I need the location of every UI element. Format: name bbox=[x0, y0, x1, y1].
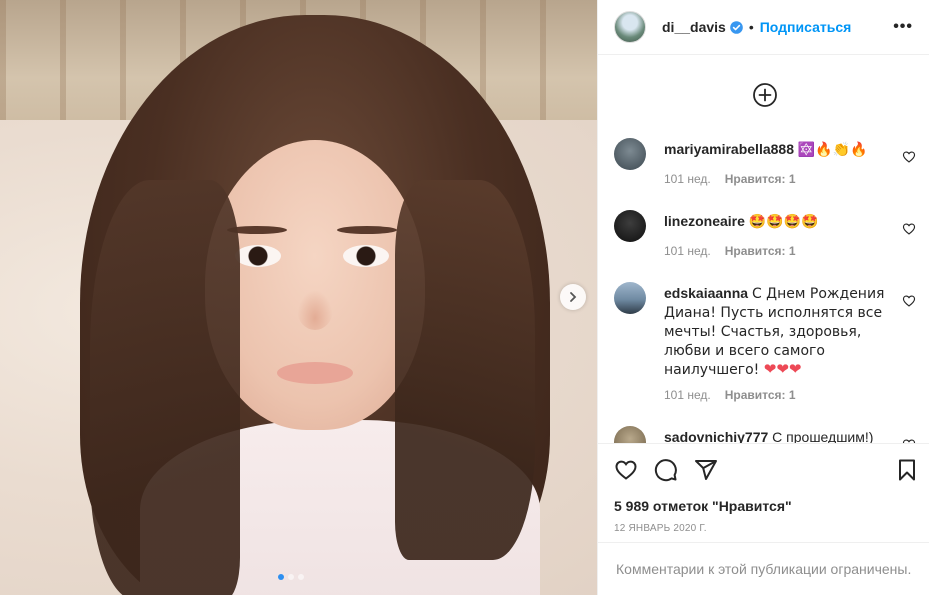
commenter-avatar[interactable] bbox=[614, 282, 646, 314]
photo-eye bbox=[343, 245, 389, 267]
comment-meta: 101 нед. Нравится: 1 bbox=[664, 172, 796, 186]
carousel-dots bbox=[278, 574, 304, 580]
likes-count[interactable]: 5 989 отметок "Нравится" bbox=[614, 498, 792, 514]
bookmark-icon[interactable] bbox=[895, 458, 919, 482]
comment-content: 🔯🔥👏🔥 bbox=[797, 142, 868, 158]
post-date[interactable]: 12 ЯНВАРЬ 2020 Г. bbox=[614, 523, 707, 534]
follow-button[interactable]: Подписаться bbox=[760, 19, 852, 35]
comment-like-heart-icon[interactable] bbox=[902, 150, 916, 164]
comment-likes[interactable]: Нравится: 1 bbox=[725, 172, 796, 186]
photo-hair-strand bbox=[395, 180, 535, 560]
author-username[interactable]: di__davis bbox=[662, 19, 726, 35]
post-side-panel: di__davis • Подписаться ••• mariyamirabe… bbox=[597, 0, 929, 595]
chevron-right-icon bbox=[570, 292, 577, 302]
comment-content: С прошедшим!) bbox=[772, 429, 874, 443]
photo-hair-strand bbox=[90, 180, 240, 595]
plus-circle-icon[interactable] bbox=[752, 82, 778, 108]
comment-time[interactable]: 101 нед. bbox=[664, 388, 711, 402]
share-icon[interactable] bbox=[694, 458, 718, 482]
comment-text: sadovnichiy777 С прошедшим!) bbox=[664, 428, 894, 443]
commenter-username[interactable]: linezoneaire bbox=[664, 213, 745, 229]
author-avatar[interactable] bbox=[614, 11, 646, 43]
comment-text: edskaiaanna С Днем Рождения Диана! Пусть… bbox=[664, 284, 894, 379]
comment-time[interactable]: 101 нед. bbox=[664, 244, 711, 258]
header-separator: • bbox=[748, 19, 754, 35]
comment-like-heart-icon[interactable] bbox=[902, 294, 916, 308]
comment-time[interactable]: 101 нед. bbox=[664, 172, 711, 186]
comment-text: linezoneaire 🤩🤩🤩🤩 bbox=[664, 212, 894, 231]
commenter-username[interactable]: sadovnichiy777 bbox=[664, 429, 768, 443]
comment-likes[interactable]: Нравится: 1 bbox=[725, 388, 796, 402]
comments-restricted-notice: Комментарии к этой публикации ограничены… bbox=[598, 542, 929, 595]
more-options-icon[interactable]: ••• bbox=[893, 18, 913, 36]
comment-like-heart-icon[interactable] bbox=[902, 222, 916, 236]
commenter-avatar[interactable] bbox=[614, 138, 646, 170]
post-header: di__davis • Подписаться ••• bbox=[598, 0, 929, 55]
comment-likes[interactable]: Нравится: 1 bbox=[725, 244, 796, 258]
photo-mouth bbox=[277, 362, 353, 384]
comment-text: mariyamirabella888 🔯🔥👏🔥 bbox=[664, 140, 894, 159]
carousel-dot bbox=[288, 574, 294, 580]
comment-content: 🤩🤩🤩🤩 bbox=[748, 214, 819, 230]
comments-list[interactable]: mariyamirabella888 🔯🔥👏🔥 101 нед. Нравитс… bbox=[598, 56, 929, 443]
photo-eye bbox=[235, 245, 281, 267]
photo-nose bbox=[297, 290, 333, 330]
carousel-dot bbox=[278, 574, 284, 580]
comment-meta: 101 нед. Нравится: 1 bbox=[664, 244, 796, 258]
carousel-next-button[interactable] bbox=[560, 284, 586, 310]
heart-icon[interactable] bbox=[614, 458, 638, 482]
verified-badge-icon bbox=[730, 20, 743, 34]
commenter-username[interactable]: edskaiaanna bbox=[664, 285, 748, 301]
post-photo[interactable] bbox=[0, 0, 597, 595]
commenter-avatar[interactable] bbox=[614, 210, 646, 242]
post-actions-bar bbox=[598, 443, 929, 493]
commenter-username[interactable]: mariyamirabella888 bbox=[664, 141, 794, 157]
carousel-dot bbox=[298, 574, 304, 580]
comment-icon[interactable] bbox=[654, 458, 678, 482]
comment-meta: 101 нед. Нравится: 1 bbox=[664, 388, 796, 402]
photo-brow bbox=[337, 226, 397, 234]
commenter-avatar[interactable] bbox=[614, 426, 646, 443]
